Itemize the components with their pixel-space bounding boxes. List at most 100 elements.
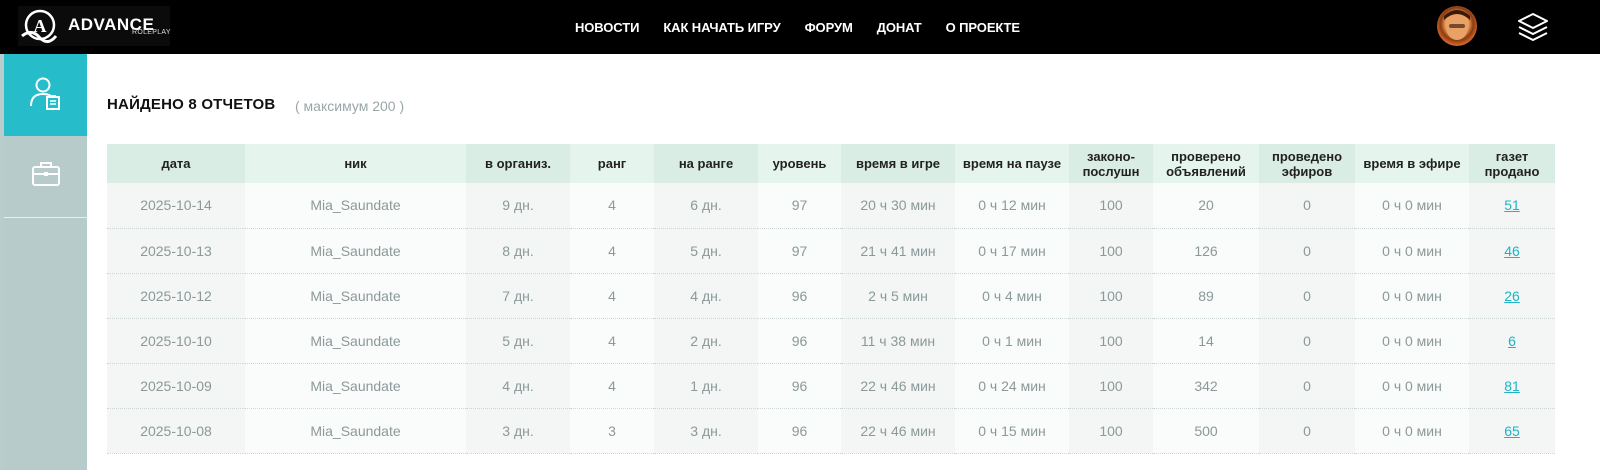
table-row: 2025-10-09 Mia_Saundate 4 дн. 4 1 дн. 96 22 ч … [107,363,1555,409]
right-panel [1566,54,1600,470]
table-cell: Mia_Saundate [245,363,466,409]
table-cell: 3 дн. [654,408,758,454]
table-cell: 4 [570,318,654,364]
sidebar [4,54,97,470]
logo[interactable]: A ADVANCE [18,6,170,46]
nav-about[interactable]: О ПРОЕКТЕ [946,20,1020,35]
table-cell: Mia_Saundate [245,183,466,229]
table-row: 2025-10-08 Mia_Saundate 3 дн. 3 3 дн. 96 22 ч … [107,408,1555,454]
table-cell: 100 [1069,183,1153,229]
column-header: на ранге [654,144,758,183]
sidebar-item-organization[interactable] [4,136,87,218]
table-header-row: дата ник в организ. ранг на ранге уровень врем… [107,144,1555,183]
table-cell: 6 [1469,318,1555,364]
newspapers-sold-link[interactable]: 65 [1504,423,1520,439]
table-cell: 0 [1259,183,1355,229]
table-cell: 97 [758,183,841,229]
nav-news[interactable]: НОВОСТИ [575,20,639,35]
sidebar-item-reports[interactable] [4,54,97,136]
table-cell: 0 ч 24 мин [955,363,1069,409]
table-cell: 0 ч 12 мин [955,183,1069,229]
column-header: время в игре [841,144,955,183]
column-header: дата [107,144,245,183]
table-cell: Mia_Saundate [245,318,466,364]
table-cell: 11 ч 38 мин [841,318,955,364]
table-cell: 2025-10-09 [107,363,245,409]
table-cell: 8 дн. [466,228,570,274]
nav-forum[interactable]: ФОРУМ [805,20,853,35]
table-cell: 5 дн. [654,228,758,274]
newspapers-sold-link[interactable]: 51 [1504,197,1520,213]
table-cell: 0 [1259,408,1355,454]
table-cell: 0 ч 0 мин [1355,408,1469,454]
table-cell: 342 [1153,363,1259,409]
table-cell: 97 [758,228,841,274]
table-cell: 9 дн. [466,183,570,229]
table-cell: 0 ч 0 мин [1355,183,1469,229]
table-cell: 4 [570,228,654,274]
table-cell: 1 дн. [654,363,758,409]
table-cell: 96 [758,273,841,319]
table-row: 2025-10-13 Mia_Saundate 8 дн. 4 5 дн. 97 21 ч … [107,228,1555,274]
newspapers-sold-link[interactable]: 26 [1504,288,1520,304]
table-body: 2025-10-14 Mia_Saundate 9 дн. 4 6 дн. 97 20 ч … [107,183,1555,454]
column-header: законо- послушн [1069,144,1153,183]
table-cell: 500 [1153,408,1259,454]
table-cell: Mia_Saundate [245,273,466,319]
user-avatar[interactable] [1437,6,1477,46]
table-cell: 0 ч 0 мин [1355,228,1469,274]
nav-how-to-start[interactable]: КАК НАЧАТЬ ИГРУ [663,20,780,35]
column-header: в организ. [466,144,570,183]
newspapers-sold-link[interactable]: 46 [1504,243,1520,259]
briefcase-icon [30,158,62,195]
table-cell: 0 [1259,318,1355,364]
table-cell: 0 ч 17 мин [955,228,1069,274]
column-header: газет продано [1469,144,1555,183]
table-row: 2025-10-10 Mia_Saundate 5 дн. 4 2 дн. 96 11 ч … [107,318,1555,364]
table-cell: 2 дн. [654,318,758,364]
table-cell: 14 [1153,318,1259,364]
table-cell: Mia_Saundate [245,228,466,274]
table-cell: 4 [570,183,654,229]
main-content: НАЙДЕНО 8 ОТЧЕТОВ ( максимум 200 ) дата н… [87,54,1600,470]
table-cell: 4 дн. [466,363,570,409]
layers-menu-icon[interactable] [1516,10,1550,44]
reports-table: дата ник в организ. ранг на ранге уровень врем… [107,144,1555,454]
table-cell: 0 ч 15 мин [955,408,1069,454]
table-cell: 2025-10-13 [107,228,245,274]
table-cell: 100 [1069,228,1153,274]
table-cell: 0 ч 1 мин [955,318,1069,364]
table-cell: 0 ч 0 мин [1355,318,1469,364]
column-header: проведено эфиров [1259,144,1355,183]
table-cell: 0 ч 0 мин [1355,273,1469,319]
table-cell: 0 ч 4 мин [955,273,1069,319]
table-cell: 21 ч 41 мин [841,228,955,274]
table-cell: 96 [758,363,841,409]
nav-donate[interactable]: ДОНАТ [877,20,922,35]
table-cell: 0 [1259,273,1355,319]
column-header: ранг [570,144,654,183]
table-cell: 20 ч 30 мин [841,183,955,229]
table-cell: 100 [1069,318,1153,364]
table-cell: 4 [570,363,654,409]
table-cell: 100 [1069,408,1153,454]
svg-text:A: A [34,16,47,36]
newspapers-sold-link[interactable]: 6 [1508,333,1516,349]
table-cell: 3 [570,408,654,454]
newspapers-sold-link[interactable]: 81 [1504,378,1520,394]
table-cell: 46 [1469,228,1555,274]
page-subtitle: ( максимум 200 ) [295,98,405,114]
table-cell: 7 дн. [466,273,570,319]
column-header: уровень [758,144,841,183]
table-cell: 126 [1153,228,1259,274]
table-cell: 0 [1259,228,1355,274]
user-report-icon [28,75,64,116]
top-navbar: A ADVANCE ROLEPLAY НОВОСТИ КАК НАЧАТЬ ИГ… [0,0,1600,54]
table-cell: Mia_Saundate [245,408,466,454]
column-header: время в эфире [1355,144,1469,183]
table-cell: 2025-10-10 [107,318,245,364]
table-cell: 5 дн. [466,318,570,364]
table-cell: 26 [1469,273,1555,319]
table-cell: 2025-10-08 [107,408,245,454]
table-cell: 22 ч 46 мин [841,363,955,409]
